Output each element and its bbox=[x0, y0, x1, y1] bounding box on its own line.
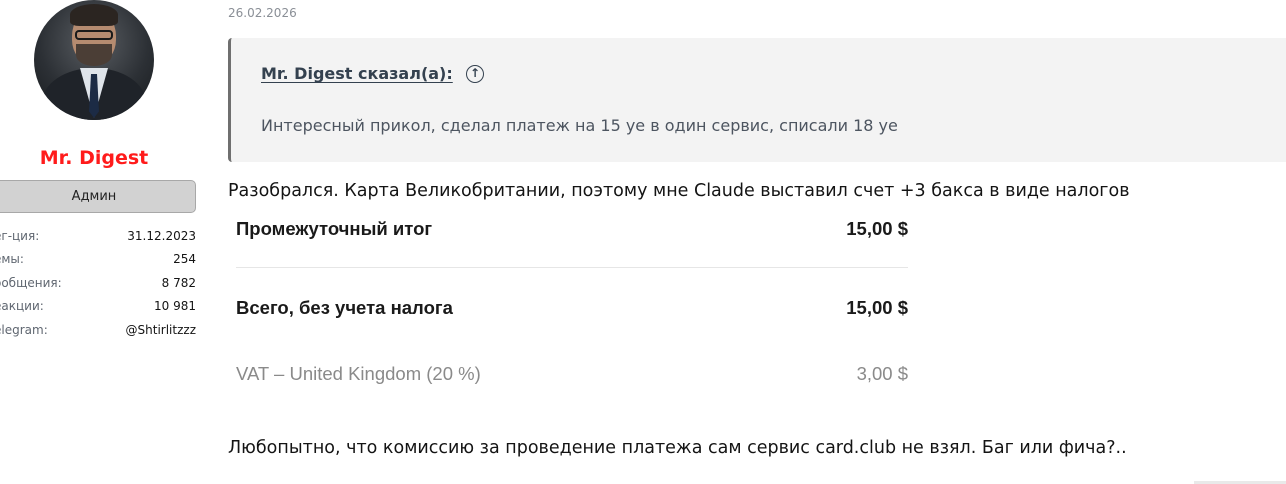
stat-row-telegram: elegram: @Shtirlitzzz bbox=[0, 318, 196, 342]
invoice-row-total-no-tax: Всего, без учета налога 15,00 $ bbox=[236, 297, 908, 319]
stat-label: ег-ция: bbox=[0, 228, 40, 243]
stat-value[interactable]: 8 782 bbox=[162, 276, 196, 290]
stat-value: 31.12.2023 bbox=[127, 228, 196, 243]
stat-value[interactable]: 254 bbox=[173, 252, 196, 266]
quote-text: Интересный прикол, сделал платеж на 15 у… bbox=[261, 116, 898, 135]
invoice-label: VAT – United Kingdom (20 %) bbox=[236, 363, 481, 384]
stat-label: емы: bbox=[0, 252, 24, 267]
invoice-amount: 15,00 $ bbox=[846, 218, 908, 239]
avatar[interactable] bbox=[34, 0, 154, 120]
invoice-row-vat: VAT – United Kingdom (20 %) 3,00 $ bbox=[236, 363, 908, 385]
arrow-up-circle-icon[interactable]: ↑ bbox=[466, 65, 484, 83]
role-badge: Админ bbox=[0, 180, 196, 213]
invoice-screenshot: Промежуточный итог 15,00 $ Всего, без уч… bbox=[236, 216, 908, 396]
stat-value: 10 981 bbox=[154, 299, 196, 314]
invoice-row-subtotal: Промежуточный итог 15,00 $ bbox=[236, 218, 908, 240]
invoice-amount: 15,00 $ bbox=[846, 297, 908, 318]
stat-value: @Shtirlitzzz bbox=[125, 322, 196, 337]
invoice-divider bbox=[236, 267, 908, 268]
username-link[interactable]: Mr. Digest bbox=[0, 147, 188, 169]
post-text-1: Разобрался. Карта Великобритании, поэтом… bbox=[228, 181, 1130, 201]
stat-row-messages: ообщения: 8 782 bbox=[0, 271, 196, 295]
stat-label: ообщения: bbox=[0, 275, 62, 290]
post-date[interactable]: 26.02.2026 bbox=[228, 6, 297, 20]
stat-row-registration: ег-ция: 31.12.2023 bbox=[0, 224, 196, 248]
post-text-2: Любопытно, что комиссию за проведение пл… bbox=[228, 438, 1127, 458]
stat-label: еакции: bbox=[0, 299, 44, 314]
invoice-amount: 3,00 $ bbox=[856, 363, 908, 384]
stat-row-threads: емы: 254 bbox=[0, 248, 196, 272]
quote-author-link[interactable]: Mr. Digest сказал(а): bbox=[261, 64, 453, 83]
quote-block: Mr. Digest сказал(а): ↑ Интересный прико… bbox=[228, 38, 1286, 162]
invoice-label: Всего, без учета налога bbox=[236, 297, 453, 318]
invoice-label: Промежуточный итог bbox=[236, 218, 433, 239]
user-panel: Mr. Digest Админ ег-ция: 31.12.2023 емы:… bbox=[0, 0, 205, 484]
stat-row-reactions: еакции: 10 981 bbox=[0, 295, 196, 319]
stat-label: elegram: bbox=[0, 322, 48, 337]
user-stats: ег-ция: 31.12.2023 емы: 254 ообщения: 8 … bbox=[0, 224, 196, 342]
